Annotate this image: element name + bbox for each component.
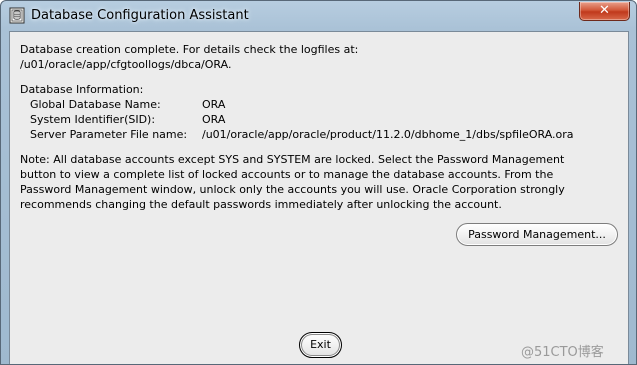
- spfile-label: Server Parameter File name:: [30, 128, 188, 141]
- dbca-app-icon: [9, 7, 25, 24]
- title-bar[interactable]: Database Configuration Assistant ✕: [1, 1, 636, 31]
- db-info-heading: Database Information:: [20, 83, 144, 96]
- exit-button[interactable]: Exit: [299, 332, 342, 358]
- spfile-value: /u01/oracle/app/oracle/product/11.2.0/db…: [202, 128, 574, 141]
- note-line: button to view a complete list of locked…: [20, 168, 554, 181]
- close-button[interactable]: ✕: [579, 2, 630, 21]
- sid-label: System Identifier(SID):: [30, 113, 156, 126]
- completion-message: Database creation complete. For details …: [20, 43, 359, 56]
- content-panel: Database creation complete. For details …: [9, 31, 629, 364]
- logfile-path: /u01/oracle/app/cfgtoollogs/dbca/ORA.: [20, 58, 232, 71]
- password-management-button[interactable]: Password Management...: [456, 223, 618, 246]
- window-title: Database Configuration Assistant: [31, 8, 249, 23]
- dbca-window: Database Configuration Assistant ✕ Datab…: [0, 0, 637, 365]
- sid-value: ORA: [202, 113, 226, 126]
- close-icon: ✕: [599, 3, 610, 18]
- global-db-name-value: ORA: [202, 98, 226, 111]
- watermark: @51CTO博客: [521, 345, 604, 360]
- global-db-name-label: Global Database Name:: [30, 98, 161, 111]
- note-line: recommends changing the default password…: [20, 198, 502, 211]
- note-line: Note: All database accounts except SYS a…: [20, 153, 565, 166]
- note-line: Password Management window, unlock only …: [20, 183, 565, 196]
